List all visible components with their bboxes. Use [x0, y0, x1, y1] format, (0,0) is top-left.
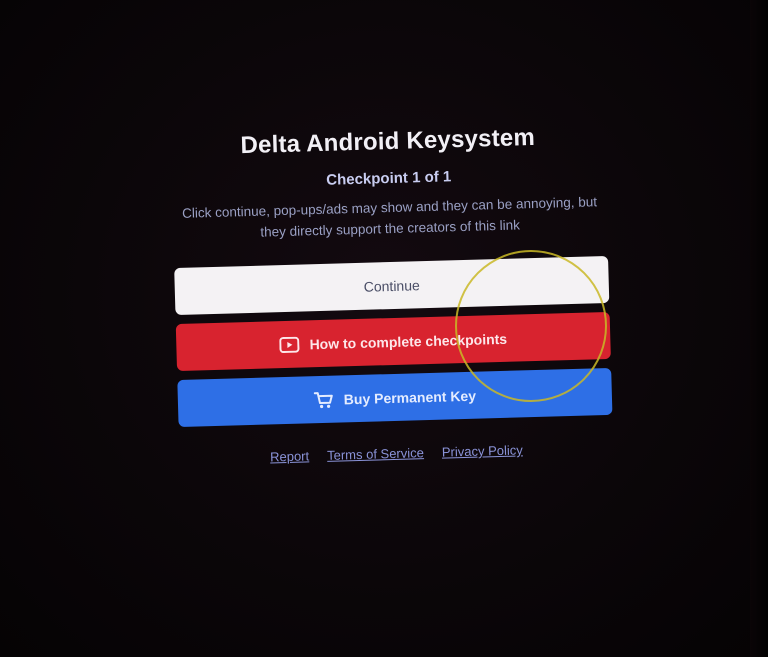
footer-links: Report Terms of Service Privacy Policy — [176, 440, 616, 467]
buy-permanent-key-button-label: Buy Permanent Key — [343, 387, 477, 407]
page-title: Delta Android Keysystem — [240, 123, 536, 160]
privacy-policy-link[interactable]: Privacy Policy — [442, 442, 523, 459]
instructions-text: Click continue, pop-ups/ads may show and… — [181, 194, 598, 240]
youtube-icon — [279, 336, 300, 353]
checkpoint-counter: Checkpoint 1 of 1 — [326, 168, 452, 189]
cart-icon — [313, 390, 334, 409]
report-link[interactable]: Report — [270, 448, 309, 464]
continue-button-label: Continue — [363, 276, 420, 295]
terms-of-service-link[interactable]: Terms of Service — [327, 445, 424, 463]
how-to-complete-button[interactable]: How to complete checkpoints — [175, 311, 611, 372]
continue-button[interactable]: Continue — [174, 255, 610, 316]
screen: Delta Android Keysystem Checkpoint 1 of … — [0, 0, 768, 657]
how-to-complete-button-label: How to complete checkpoints — [309, 330, 508, 352]
buy-permanent-key-button[interactable]: Buy Permanent Key — [177, 367, 613, 428]
device-bezel — [750, 0, 768, 657]
keysystem-card: Delta Android Keysystem Checkpoint 1 of … — [167, 122, 616, 467]
